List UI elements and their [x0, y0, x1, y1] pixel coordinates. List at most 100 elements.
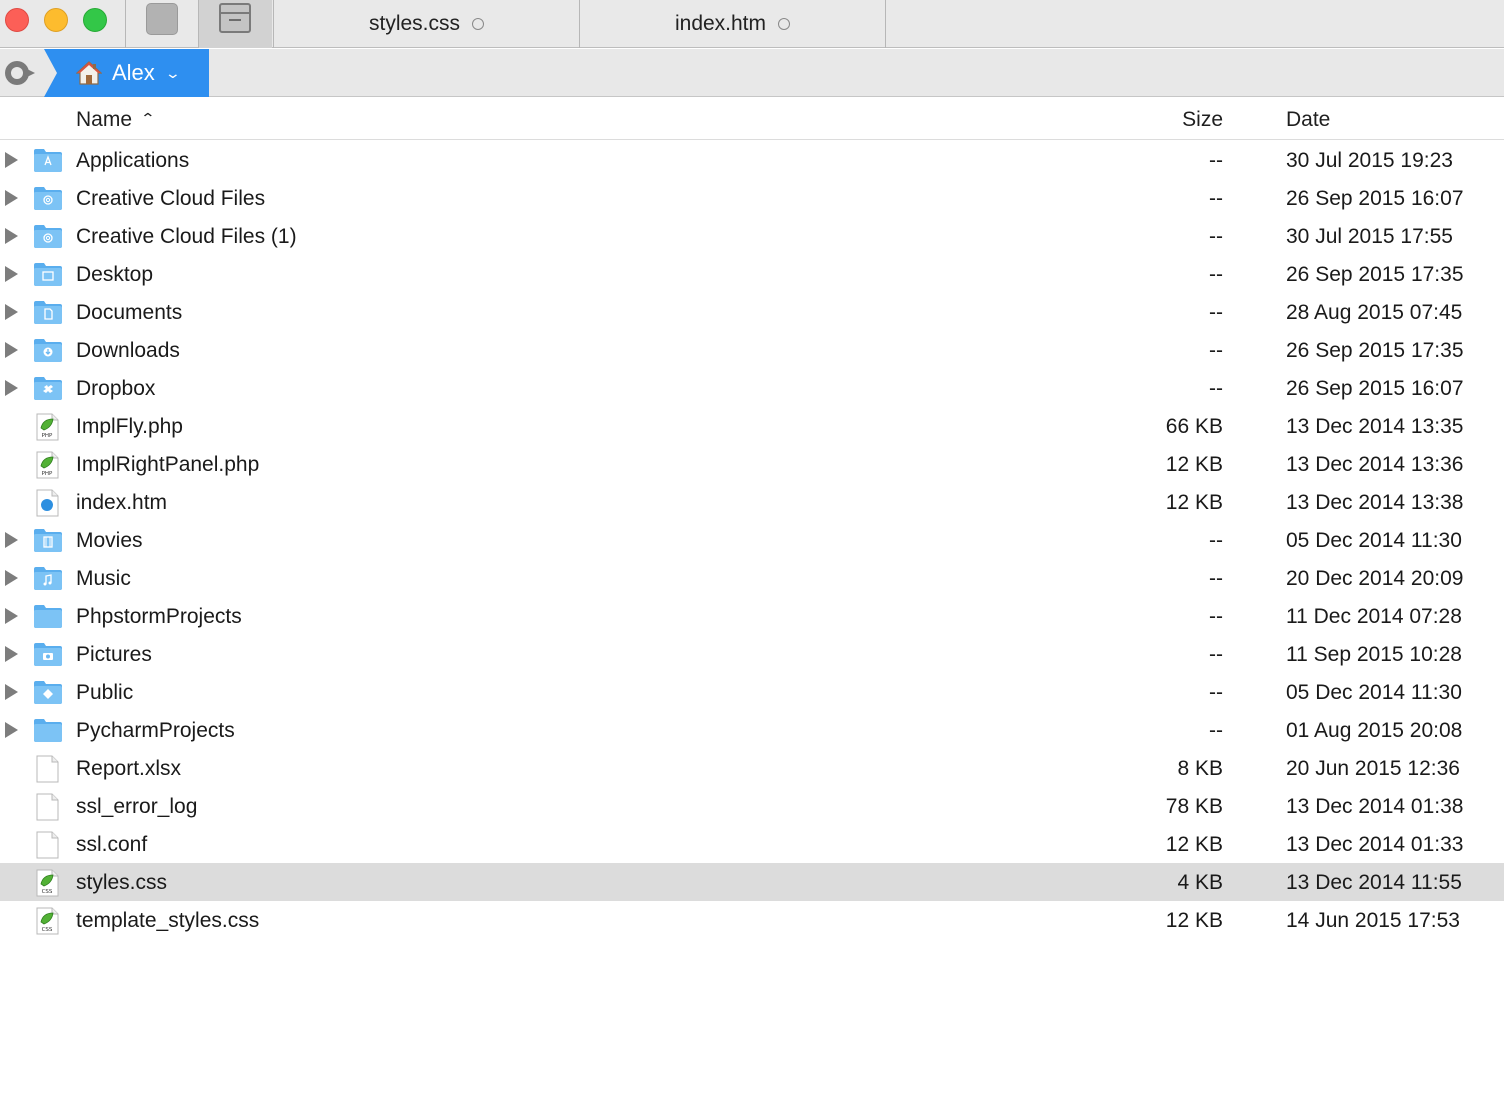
disclosure-triangle-icon[interactable] [5, 380, 18, 396]
column-header: Name ⌃ Size Date [0, 98, 1504, 140]
svg-text:CSS: CSS [42, 927, 53, 933]
list-item[interactable]: CSS template_styles.css 12 KB 14 Jun 2015 1… [0, 901, 1504, 939]
file-size: 4 KB [1177, 871, 1223, 894]
tab-close-icon[interactable] [472, 18, 484, 30]
file-size: -- [1209, 681, 1223, 704]
disclosure-triangle-icon[interactable] [5, 608, 18, 624]
divider [885, 0, 886, 48]
file-name: PycharmProjects [76, 719, 235, 742]
file-size: 78 KB [1165, 795, 1223, 818]
list-item[interactable]: Public -- 05 Dec 2014 11:30 [0, 673, 1504, 711]
list-item[interactable]: PycharmProjects -- 01 Aug 2015 20:08 [0, 711, 1504, 749]
file-date: 05 Dec 2014 11:30 [1286, 681, 1462, 704]
file-size: -- [1209, 643, 1223, 666]
file-date: 30 Jul 2015 19:23 [1286, 149, 1453, 172]
list-item[interactable]: Movies -- 05 Dec 2014 11:30 [0, 521, 1504, 559]
date-column-header[interactable]: Date [1286, 108, 1330, 132]
tab-index-htm[interactable]: index.htm [580, 0, 885, 48]
disclosure-triangle-icon[interactable] [5, 304, 18, 320]
disclosure-triangle-icon[interactable] [5, 570, 18, 586]
archive-button[interactable] [199, 0, 272, 48]
disclosure-triangle-icon[interactable] [5, 646, 18, 662]
disclosure-triangle-icon[interactable] [5, 152, 18, 168]
file-name: PhpstormProjects [76, 605, 242, 628]
disclosure-triangle-icon[interactable] [5, 266, 18, 282]
movies-folder-icon [33, 527, 63, 553]
file-name: Movies [76, 529, 143, 552]
list-item[interactable]: ssl_error_log 78 KB 13 Dec 2014 01:38 [0, 787, 1504, 825]
list-item[interactable]: ssl.conf 12 KB 13 Dec 2014 01:33 [0, 825, 1504, 863]
sort-ascending-icon: ⌃ [140, 110, 156, 126]
file-size: -- [1209, 529, 1223, 552]
file-date: 20 Jun 2015 12:36 [1286, 757, 1460, 780]
file-date: 11 Sep 2015 10:28 [1286, 643, 1462, 666]
file-size: -- [1209, 567, 1223, 590]
list-item[interactable]: Music -- 20 Dec 2014 20:09 [0, 559, 1504, 597]
list-item[interactable]: CSS styles.css 4 KB 13 Dec 2014 11:55 [0, 863, 1504, 901]
list-item[interactable]: Documents -- 28 Aug 2015 07:45 [0, 293, 1504, 331]
disclosure-triangle-icon[interactable] [5, 228, 18, 244]
music-folder-icon [33, 565, 63, 591]
breadcrumb-label: Alex [112, 60, 155, 85]
list-item[interactable]: Report.xlsx 8 KB 20 Jun 2015 12:36 [0, 749, 1504, 787]
tab-close-icon[interactable] [778, 18, 791, 30]
list-item[interactable]: index.htm 12 KB 13 Dec 2014 13:38 [0, 483, 1504, 521]
minimize-window-button[interactable] [44, 8, 68, 32]
list-item[interactable]: PHP ImplFly.php 66 KB 13 Dec 2014 13:35 [0, 407, 1504, 445]
disclosure-triangle-icon[interactable] [5, 532, 18, 548]
php-file-icon: PHP [33, 451, 63, 479]
folder-icon [33, 717, 63, 743]
file-name: ImplRightPanel.php [76, 453, 260, 476]
list-item[interactable]: PHP ImplRightPanel.php 12 KB 13 Dec 2014 13… [0, 445, 1504, 483]
list-item[interactable]: Downloads -- 26 Sep 2015 17:35 [0, 331, 1504, 369]
file-size: -- [1209, 263, 1223, 286]
size-column-header[interactable]: Size [1110, 108, 1223, 132]
archive-tray-icon [219, 3, 251, 33]
close-window-button[interactable] [5, 8, 29, 32]
file-name: index.htm [76, 491, 168, 514]
file-size: -- [1209, 301, 1223, 324]
applications-folder-icon [33, 147, 63, 173]
svg-text:PHP: PHP [42, 471, 53, 477]
file-date: 26 Sep 2015 17:35 [1286, 339, 1464, 362]
single-pane-button[interactable] [126, 0, 198, 48]
tab-styles-css[interactable]: styles.css [274, 0, 579, 48]
list-item[interactable]: Creative Cloud Files -- 26 Sep 2015 16:07 [0, 179, 1504, 217]
disclosure-triangle-icon[interactable] [5, 684, 18, 700]
breadcrumb-home[interactable]: Alex ⌄ [44, 49, 209, 97]
file-date: 13 Dec 2014 13:38 [1286, 491, 1464, 514]
file-name: ssl_error_log [76, 795, 198, 818]
file-name: styles.css [76, 871, 168, 894]
file-date: 20 Dec 2014 20:09 [1286, 567, 1464, 590]
disclosure-triangle-icon[interactable] [5, 342, 18, 358]
file-size: 8 KB [1177, 757, 1223, 780]
path-root-button[interactable] [5, 61, 35, 85]
list-item[interactable]: Desktop -- 26 Sep 2015 17:35 [0, 255, 1504, 293]
chevron-down-icon[interactable]: ⌄ [164, 65, 180, 82]
zoom-window-button[interactable] [83, 8, 107, 32]
file-name: Creative Cloud Files (1) [76, 225, 297, 248]
disclosure-triangle-icon[interactable] [5, 190, 18, 206]
svg-text:CSS: CSS [42, 889, 53, 895]
name-column-header[interactable]: Name ⌃ [76, 108, 156, 132]
file-name: template_styles.css [76, 909, 260, 932]
file-date: 26 Sep 2015 16:07 [1286, 187, 1464, 210]
file-date: 13 Dec 2014 01:33 [1286, 833, 1464, 856]
list-item[interactable]: Creative Cloud Files (1) -- 30 Jul 2015 17… [0, 217, 1504, 255]
css-file-icon: CSS [33, 869, 63, 897]
desktop-folder-icon [33, 261, 63, 287]
file-size: 12 KB [1165, 491, 1223, 514]
list-item[interactable]: Dropbox -- 26 Sep 2015 16:07 [0, 369, 1504, 407]
disclosure-triangle-icon[interactable] [5, 722, 18, 738]
file-size: 66 KB [1165, 415, 1223, 438]
file-date: 13 Dec 2014 13:35 [1286, 415, 1464, 438]
file-name: Report.xlsx [76, 757, 182, 780]
file-size: 12 KB [1165, 833, 1223, 856]
list-item[interactable]: Pictures -- 11 Sep 2015 10:28 [0, 635, 1504, 673]
downloads-folder-icon [33, 337, 63, 363]
home-icon [75, 60, 103, 86]
list-item[interactable]: PhpstormProjects -- 11 Dec 2014 07:28 [0, 597, 1504, 635]
creative-cloud-folder-icon [33, 223, 63, 249]
file-size: 12 KB [1165, 909, 1223, 932]
list-item[interactable]: Applications -- 30 Jul 2015 19:23 [0, 141, 1504, 179]
